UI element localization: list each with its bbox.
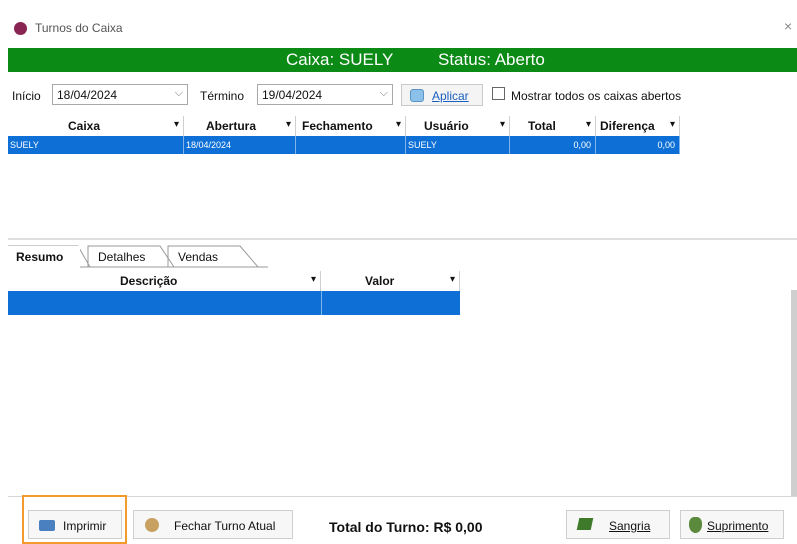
status-banner: Caixa: SUELY Status: Aberto [8, 48, 797, 72]
mostrar-todos-label[interactable]: Mostrar todos os caixas abertos [511, 89, 681, 103]
window-title: Turnos do Caixa [35, 21, 123, 35]
aplicar-button[interactable]: Aplicar [401, 84, 483, 106]
tab-detalhes[interactable]: Detalhes [90, 246, 166, 268]
cell-caixa: SUELY [8, 136, 184, 154]
calendar-icon [410, 89, 424, 102]
dropdown-arrow-icon[interactable]: ▾ [396, 119, 401, 130]
dropdown-arrow-icon[interactable]: ▾ [586, 119, 591, 130]
suprimento-button[interactable]: Suprimento [680, 510, 784, 539]
filter-bar: Início 18/04/2024 ⌵ Término 19/04/2024 ⌵… [0, 84, 797, 108]
vertical-scrollbar[interactable] [791, 290, 797, 496]
cell-total: 0,00 [510, 136, 596, 154]
splitter[interactable] [8, 238, 797, 240]
column-header-usuario[interactable]: Usuário ▾ [406, 116, 510, 136]
sangria-button[interactable]: Sangria [566, 510, 670, 539]
dropdown-arrow-icon[interactable]: ⌵ [380, 87, 388, 100]
aplicar-label: Aplicar [432, 89, 469, 103]
fechar-turno-button[interactable]: Fechar Turno Atual [133, 510, 293, 539]
column-separator [321, 291, 322, 315]
termino-date-value: 19/04/2024 [262, 88, 323, 102]
user-icon [145, 518, 159, 532]
dropdown-arrow-icon[interactable]: ▾ [450, 274, 455, 285]
cell-diferenca: 0,00 [596, 136, 680, 154]
column-header-valor[interactable]: Valor ▾ [321, 271, 460, 291]
sangria-label: Sangria [609, 519, 651, 533]
window-titlebar: Turnos do Caixa × [0, 0, 797, 44]
sangria-icon [576, 518, 594, 530]
money-bag-icon [689, 517, 702, 533]
banner-caixa: Caixa: SUELY [286, 50, 394, 69]
close-icon[interactable]: × [784, 18, 792, 34]
fechar-turno-label: Fechar Turno Atual [174, 519, 276, 533]
termino-date-field[interactable]: 19/04/2024 ⌵ [257, 84, 393, 105]
tab-strip: Resumo Detalhes Vendas [8, 244, 797, 268]
column-header-total[interactable]: Total ▾ [510, 116, 596, 136]
inicio-date-value: 18/04/2024 [57, 88, 118, 102]
imprimir-highlight [22, 495, 127, 544]
dropdown-arrow-icon[interactable]: ▾ [174, 119, 179, 130]
termino-label: Término [200, 89, 245, 103]
inicio-date-field[interactable]: 18/04/2024 ⌵ [52, 84, 188, 105]
total-turno: Total do Turno: R$ 0,00 [329, 519, 483, 535]
column-header-caixa[interactable]: Caixa ▾ [8, 116, 184, 136]
cell-usuario: SUELY [406, 136, 510, 154]
tab-vendas[interactable]: Vendas [170, 246, 246, 268]
suprimento-label: Suprimento [707, 519, 769, 533]
cell-fechamento [296, 136, 406, 154]
inicio-label: Início [12, 89, 41, 103]
dropdown-arrow-icon[interactable]: ⌵ [175, 87, 183, 100]
dropdown-arrow-icon[interactable]: ▾ [286, 119, 291, 130]
table-row[interactable]: SUELY 18/04/2024 SUELY 0,00 0,00 [8, 136, 680, 154]
tab-resumo[interactable]: Resumo [8, 246, 80, 268]
column-header-diferenca[interactable]: Diferença ▾ [596, 116, 680, 136]
column-header-descricao[interactable]: Descrição ▾ [8, 271, 321, 291]
table-row[interactable] [8, 291, 460, 315]
dropdown-arrow-icon[interactable]: ▾ [670, 119, 675, 130]
dropdown-arrow-icon[interactable]: ▾ [311, 274, 316, 285]
column-header-fechamento[interactable]: Fechamento ▾ [296, 116, 406, 136]
banner-status: Status: Aberto [438, 50, 545, 69]
mostrar-todos-checkbox[interactable] [492, 87, 505, 100]
dropdown-arrow-icon[interactable]: ▾ [500, 119, 505, 130]
cell-abertura: 18/04/2024 [184, 136, 296, 154]
app-icon [14, 22, 27, 35]
column-header-abertura[interactable]: Abertura ▾ [184, 116, 296, 136]
